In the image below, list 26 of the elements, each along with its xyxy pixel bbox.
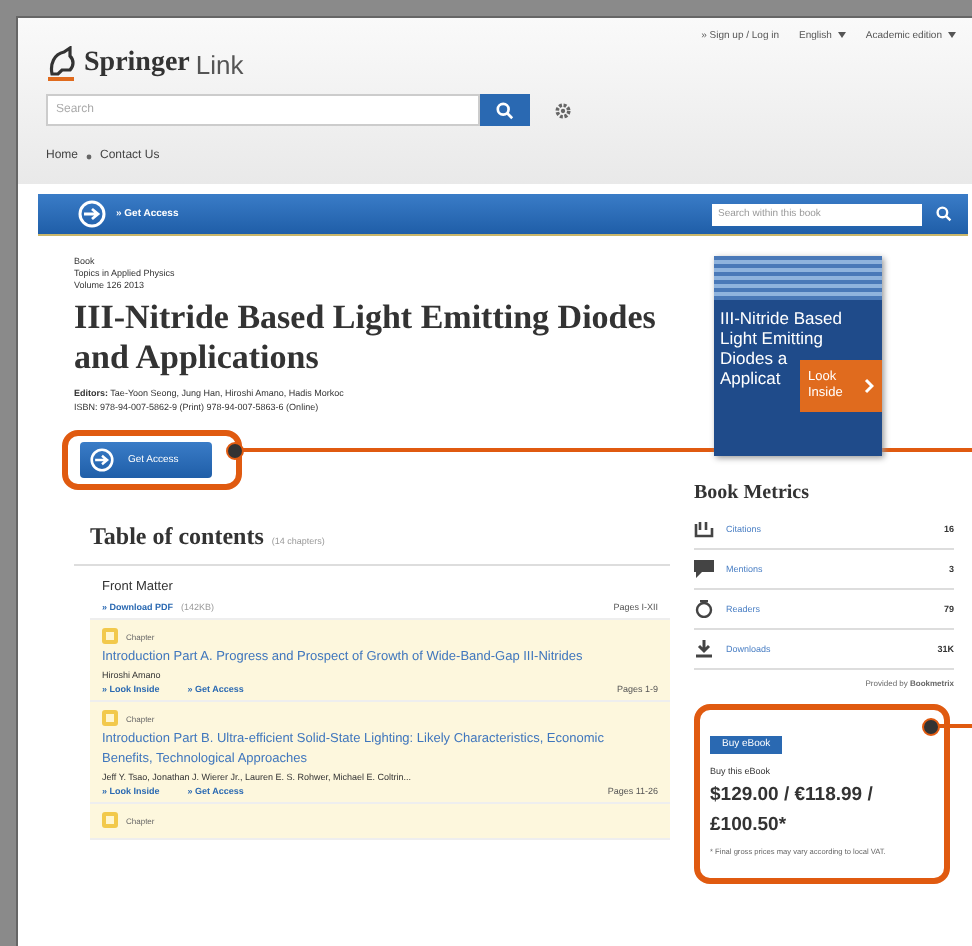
- book-title: III-Nitride Based Light Emitting Diodes and Applications: [74, 298, 658, 378]
- chapter-icon: [102, 710, 118, 726]
- quote-icon: [694, 520, 714, 538]
- springer-logo[interactable]: Springer Link: [46, 46, 244, 82]
- search-button[interactable]: [480, 94, 530, 126]
- caret-icon: [948, 32, 956, 39]
- price: $129.00 / €118.99 / £100.50*: [710, 782, 875, 840]
- cover-title-line: Light Emitting: [720, 328, 823, 348]
- chapter-icon: [102, 628, 118, 644]
- settings-icon[interactable]: [554, 101, 572, 119]
- toc-heading: Table of contents: [90, 522, 264, 550]
- search-icon: [496, 101, 514, 119]
- search-icon[interactable]: [936, 206, 952, 222]
- separator-dot-icon: [86, 153, 93, 159]
- chevron-right-icon: [864, 378, 874, 394]
- caret-icon: [837, 32, 846, 39]
- cover-title-line: III-Nitride Based: [720, 308, 842, 328]
- metrics-heading: Book Metrics: [694, 482, 811, 504]
- speech-bubble-icon: [694, 560, 714, 578]
- arrow-circle-icon: [90, 448, 114, 472]
- cover-title-line: Applicat: [720, 368, 781, 388]
- reader-icon: [694, 600, 714, 618]
- chapter-icon: [102, 812, 118, 828]
- cover-title-line: Diodes a: [720, 348, 788, 368]
- arrow-circle-icon: [78, 200, 106, 228]
- download-icon: [694, 640, 714, 658]
